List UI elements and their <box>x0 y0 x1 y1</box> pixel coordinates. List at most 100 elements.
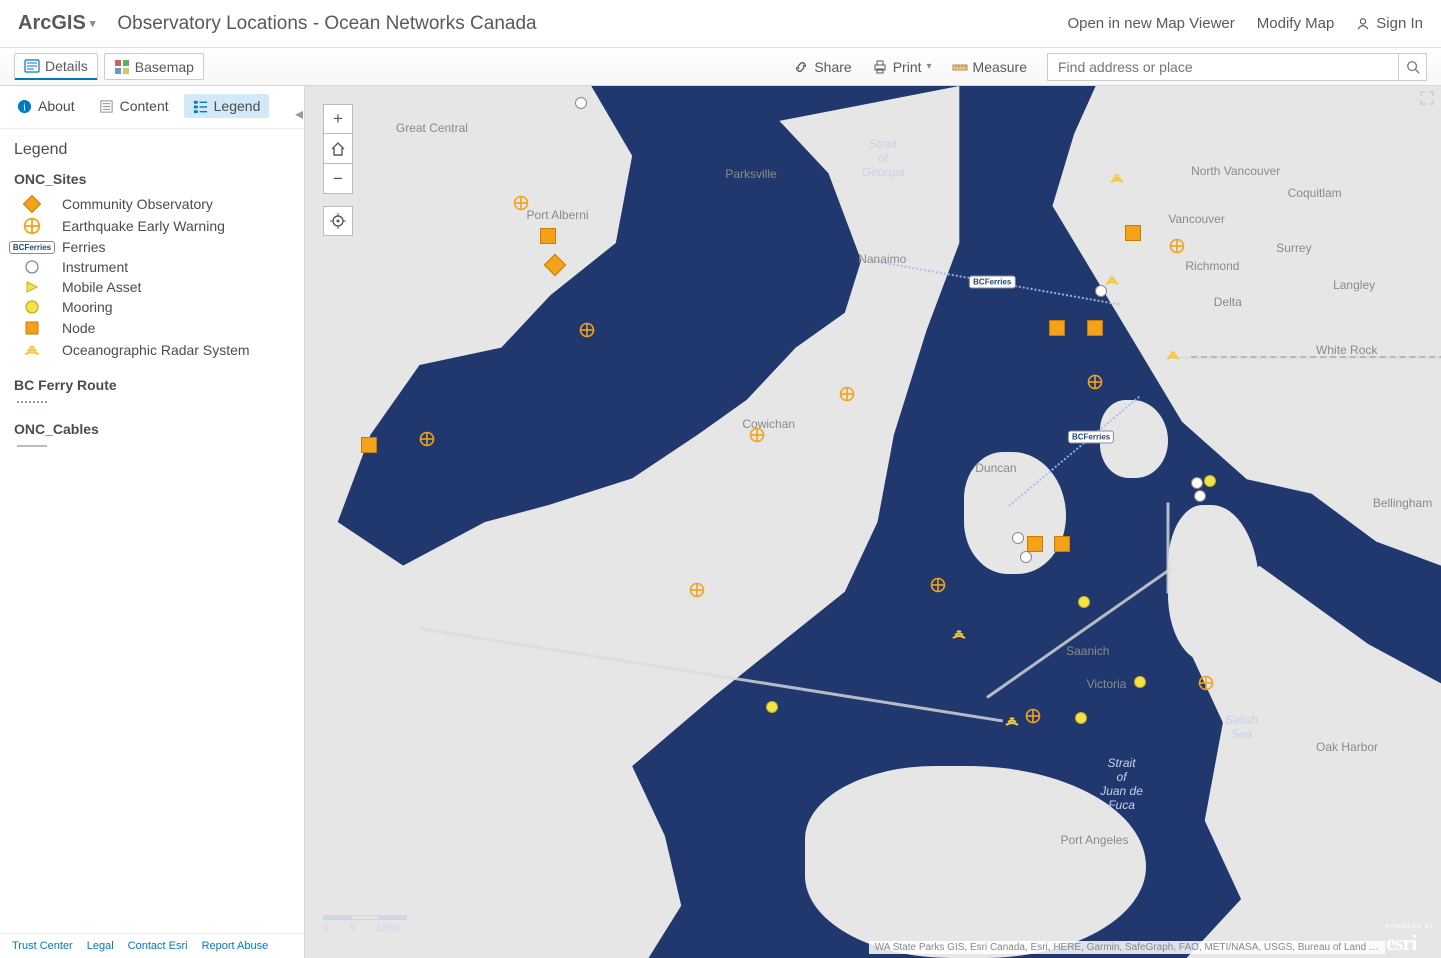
marker-mooring[interactable] <box>1204 475 1216 487</box>
marker-earthquake-early-warning[interactable] <box>419 431 435 447</box>
marker-ferry[interactable]: BCFerries <box>969 276 1015 289</box>
measure-button[interactable]: Measure <box>952 59 1027 75</box>
legend-layer-title: ONC_Sites <box>14 171 290 187</box>
marker-earthquake-early-warning[interactable] <box>1169 238 1185 254</box>
marker-earthquake-early-warning[interactable] <box>1087 374 1103 390</box>
fullscreen-icon[interactable] <box>1419 90 1435 106</box>
marker-earthquake-early-warning[interactable] <box>1198 675 1214 691</box>
locate-control <box>323 206 353 236</box>
details-icon <box>24 58 40 74</box>
legend-item: Community Observatory <box>14 195 290 213</box>
marker-instrument[interactable] <box>1012 532 1024 544</box>
marker-radar-system[interactable] <box>1109 170 1125 186</box>
sign-in-link[interactable]: Sign In <box>1356 15 1423 32</box>
content-icon <box>99 99 114 114</box>
legend-item: Instrument <box>14 259 290 275</box>
info-icon: i <box>17 99 32 114</box>
marker-earthquake-early-warning[interactable] <box>749 427 765 443</box>
svg-text:i: i <box>23 102 26 113</box>
legend-item: Oceanographic Radar System <box>14 341 290 359</box>
locate-icon <box>330 213 346 229</box>
tab-about[interactable]: i About <box>8 94 84 118</box>
marker-radar-system[interactable] <box>1104 272 1120 288</box>
modify-map-link[interactable]: Modify Map <box>1257 15 1335 32</box>
marker-earthquake-early-warning[interactable] <box>513 195 529 211</box>
tab-content[interactable]: Content <box>90 94 178 118</box>
locate-button[interactable] <box>323 206 353 236</box>
legend-item: Mobile Asset <box>14 279 290 295</box>
footer-contact-link[interactable]: Contact Esri <box>128 940 188 952</box>
marker-earthquake-early-warning[interactable] <box>1025 708 1041 724</box>
open-new-viewer-link[interactable]: Open in new Map Viewer <box>1067 15 1234 32</box>
panel-collapse-handle[interactable]: ◂ <box>293 100 305 128</box>
marker-node[interactable] <box>1027 536 1043 552</box>
marker-earthquake-early-warning[interactable] <box>930 577 946 593</box>
footer-report-link[interactable]: Report Abuse <box>202 940 269 952</box>
link-icon <box>793 59 809 75</box>
marker-radar-system[interactable] <box>1004 713 1020 729</box>
legend-item <box>14 445 290 447</box>
legend-icon <box>193 99 208 114</box>
marker-node[interactable] <box>361 437 377 453</box>
marker-node[interactable] <box>1049 320 1065 336</box>
marker-ferry[interactable]: BCFerries <box>1068 431 1114 444</box>
home-extent-button[interactable] <box>323 134 353 164</box>
marker-mooring[interactable] <box>1075 712 1087 724</box>
legend-item: Mooring <box>14 299 290 315</box>
zoom-control: + − <box>323 104 353 194</box>
esri-logo: POWERED BY esri <box>1386 924 1435 956</box>
details-button[interactable]: Details <box>14 53 98 80</box>
zoom-in-button[interactable]: + <box>323 104 353 134</box>
marker-node[interactable] <box>1054 536 1070 552</box>
legend-heading: Legend <box>14 141 290 159</box>
footer-legal-link[interactable]: Legal <box>87 940 114 952</box>
legend-item <box>14 401 290 403</box>
brand-menu[interactable]: ArcGIS ▾ <box>18 12 95 35</box>
tab-legend[interactable]: Legend <box>184 94 270 118</box>
marker-instrument[interactable] <box>1191 477 1203 489</box>
marker-mooring[interactable] <box>1134 676 1146 688</box>
search-box <box>1047 53 1427 81</box>
home-icon <box>330 141 346 157</box>
marker-instrument[interactable] <box>1020 551 1032 563</box>
marker-node[interactable] <box>1125 225 1141 241</box>
share-button[interactable]: Share <box>793 59 851 75</box>
marker-mooring[interactable] <box>766 701 778 713</box>
land-shape <box>1009 86 1441 566</box>
side-panel: i About Content Legend Legend ONC_Sites … <box>0 86 305 958</box>
land-shape <box>805 766 1146 958</box>
footer-trust-link[interactable]: Trust Center <box>12 940 73 952</box>
legend-layer-title: BC Ferry Route <box>14 377 290 393</box>
legend-item: Earthquake Early Warning <box>14 217 290 235</box>
basemap-button[interactable]: Basemap <box>104 53 204 80</box>
legend-item: BCFerries Ferries <box>14 239 290 255</box>
marker-earthquake-early-warning[interactable] <box>579 322 595 338</box>
map-title: Observatory Locations - Ocean Networks C… <box>117 13 536 35</box>
marker-radar-system[interactable] <box>1165 347 1181 363</box>
print-button[interactable]: Print ▾ <box>872 59 932 75</box>
marker-instrument[interactable] <box>575 97 587 109</box>
search-button[interactable] <box>1398 54 1426 80</box>
marker-earthquake-early-warning[interactable] <box>689 582 705 598</box>
side-footer: Trust Center Legal Contact Esri Report A… <box>0 933 304 958</box>
scalebar: 0 5 10mi <box>323 915 407 934</box>
marker-earthquake-early-warning[interactable] <box>839 386 855 402</box>
search-input[interactable] <box>1048 54 1398 80</box>
marker-instrument[interactable] <box>1194 490 1206 502</box>
measure-icon <box>952 59 968 75</box>
marker-radar-system[interactable] <box>951 626 967 642</box>
person-icon <box>1356 17 1370 31</box>
chevron-down-icon: ▾ <box>927 61 932 72</box>
zoom-out-button[interactable]: − <box>323 164 353 194</box>
place-label: Victoria <box>1087 677 1127 691</box>
border-line <box>1191 356 1441 358</box>
marker-node[interactable] <box>540 228 556 244</box>
map-attribution: WA State Parks GIS, Esri Canada, Esri, H… <box>869 941 1385 954</box>
marker-node[interactable] <box>1087 320 1103 336</box>
chevron-down-icon: ▾ <box>90 17 96 30</box>
search-icon <box>1406 60 1420 74</box>
place-label: Saanich <box>1066 644 1109 658</box>
marker-mooring[interactable] <box>1078 596 1090 608</box>
legend-body: Legend ONC_Sites Community Observatory E… <box>0 129 304 933</box>
map-canvas[interactable]: + − 0 5 10mi WA State Parks GIS, Esri Ca… <box>305 86 1441 958</box>
